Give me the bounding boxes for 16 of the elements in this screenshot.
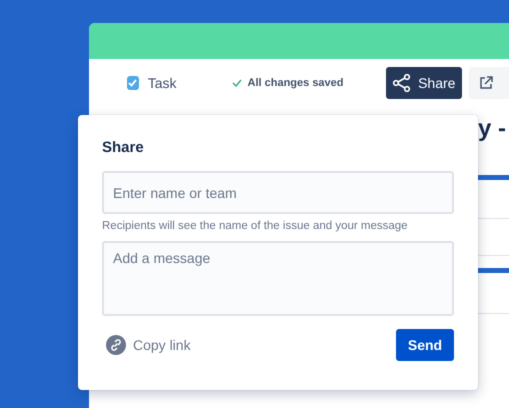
share-icon [392, 74, 412, 92]
external-link-button[interactable] [469, 67, 509, 99]
issue-type-label: Task [148, 75, 177, 91]
recipient-hint: Recipients will see the name of the issue and your message [102, 220, 409, 232]
message-field[interactable]: Add a message [102, 241, 454, 316]
copy-link-button[interactable]: Copy link [102, 335, 191, 355]
save-status: All changes saved [248, 77, 344, 89]
issue-title: y - [478, 115, 508, 143]
link-icon [106, 335, 126, 355]
external-link-icon [479, 76, 493, 90]
recipient-field[interactable]: Enter name or team [102, 171, 454, 214]
share-button[interactable]: Share [386, 67, 462, 99]
check-icon [232, 79, 242, 87]
popup-title: Share [102, 139, 145, 156]
send-button[interactable]: Send [396, 329, 454, 361]
task-checkbox[interactable] [127, 76, 139, 90]
